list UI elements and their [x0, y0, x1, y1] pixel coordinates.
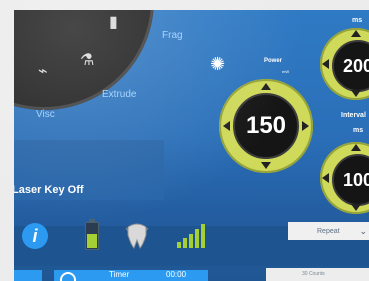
interval-up-arrow[interactable] — [351, 144, 361, 151]
bottom-left-button[interactable] — [14, 270, 42, 281]
power-left-arrow[interactable] — [223, 121, 230, 131]
interval-unit: ms — [353, 127, 364, 134]
laser-icon: ✺ — [210, 54, 226, 74]
photo-frame: ▮ ⚗ ⌁ Frag Extrude Visc Laser Key Off ✺ … — [0, 0, 369, 281]
info-icon[interactable]: i — [22, 223, 48, 249]
tooth-icon — [125, 223, 149, 249]
repeat-label: Repeat — [317, 227, 340, 235]
power-title: Power — [264, 58, 283, 64]
interval-down-arrow[interactable] — [351, 204, 361, 211]
signal-icon — [177, 224, 207, 248]
tool-icon-middle: ⚗ — [80, 52, 95, 69]
mode-visc-label[interactable]: Visc — [36, 109, 55, 120]
timer-value: 00:00 — [166, 270, 187, 279]
power-up-arrow[interactable] — [261, 83, 271, 90]
pulse-up-arrow[interactable] — [351, 30, 361, 37]
battery-icon — [85, 219, 99, 250]
mode-extrude-label[interactable]: Extrude — [102, 89, 136, 100]
counts-box: 30 Counts — [266, 268, 369, 281]
tool-icon-top: ▮ — [109, 14, 118, 31]
pulse-down-arrow[interactable] — [351, 90, 361, 97]
power-unit: mW — [282, 69, 290, 74]
battery-cap — [89, 219, 95, 223]
mode-frag-label[interactable]: Frag — [162, 30, 183, 41]
power-right-arrow[interactable] — [302, 121, 309, 131]
tool-icon-left: ⌁ — [38, 63, 48, 80]
timer-panel[interactable]: Timer 00:00 — [54, 270, 208, 281]
timer-icon — [60, 272, 76, 281]
counts-label: 30 Counts — [302, 271, 325, 277]
chevron-down-icon: ⌄ — [359, 226, 367, 236]
repeat-dropdown[interactable]: Repeat ⌄ — [288, 222, 369, 240]
pulse-value: 200 — [332, 40, 369, 92]
pulse-left-arrow[interactable] — [322, 59, 329, 69]
timer-label: Timer — [109, 270, 130, 279]
interval-title: Interval — [341, 112, 366, 119]
status-message-text: Laser Key Off — [14, 184, 84, 196]
power-down-arrow[interactable] — [261, 162, 271, 169]
pulse-dial[interactable]: 200 — [320, 28, 369, 100]
battery-level — [87, 234, 97, 248]
interval-left-arrow[interactable] — [322, 173, 329, 183]
interval-value: 100 — [332, 154, 369, 206]
power-value: 150 — [233, 93, 299, 159]
status-message-panel: Laser Key Off — [14, 140, 164, 200]
interval-dial[interactable]: 100 — [320, 142, 369, 214]
power-dial[interactable]: 150 — [219, 79, 313, 173]
pulse-unit: ms — [352, 17, 363, 24]
